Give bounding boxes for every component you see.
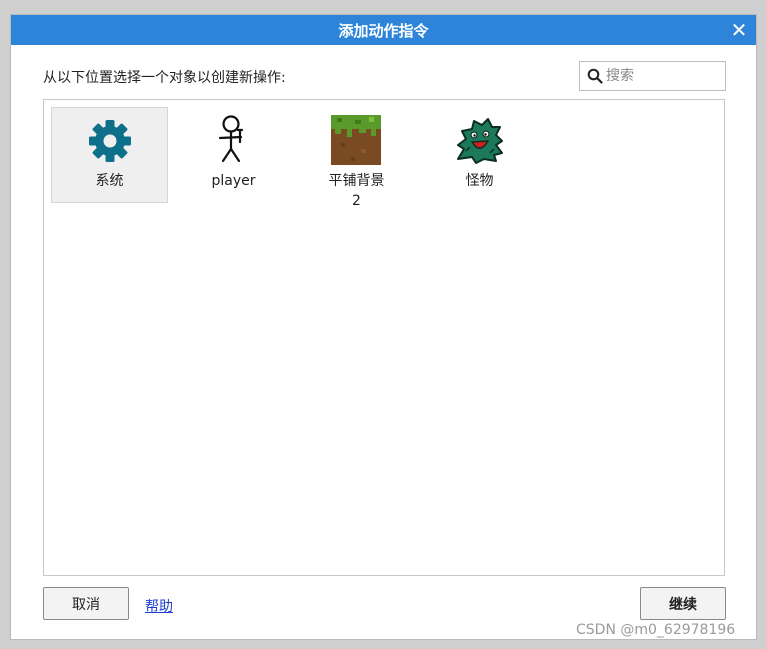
object-label: 怪物 <box>465 173 494 189</box>
search-box[interactable] <box>579 61 726 91</box>
monster-icon <box>454 115 504 165</box>
dialog-title: 添加动作指令 <box>338 21 429 40</box>
dialog-titlebar: 添加动作指令 ✕ <box>11 15 756 45</box>
tiled-background-icon <box>331 115 381 165</box>
object-list: 系统 player 平铺背景 2 怪物 <box>43 99 725 576</box>
object-item-system[interactable]: 系统 <box>51 107 168 203</box>
gear-icon <box>85 116 135 166</box>
help-link[interactable]: 帮助 <box>145 596 173 616</box>
close-icon[interactable]: ✕ <box>728 19 750 41</box>
add-action-dialog: 添加动作指令 ✕ 从以下位置选择一个对象以创建新操作: 搜索 系统 player… <box>10 14 757 640</box>
prompt-text: 从以下位置选择一个对象以创建新操作: <box>43 70 286 86</box>
object-item-tiled-background[interactable]: 平铺背景 2 <box>298 107 415 209</box>
search-input[interactable] <box>606 63 716 89</box>
object-item-player[interactable]: player <box>175 107 292 203</box>
watermark-text: CSDN @m0_62978196 <box>576 622 736 638</box>
stick-figure-icon <box>208 115 258 165</box>
cancel-button[interactable]: 取消 <box>43 587 129 620</box>
object-item-monster[interactable]: 怪物 <box>421 107 538 203</box>
object-label: player <box>211 173 256 189</box>
search-icon <box>584 62 606 90</box>
object-label: 系统 <box>95 173 124 189</box>
object-label: 平铺背景 2 <box>328 173 385 209</box>
continue-button[interactable]: 继续 <box>640 587 726 620</box>
